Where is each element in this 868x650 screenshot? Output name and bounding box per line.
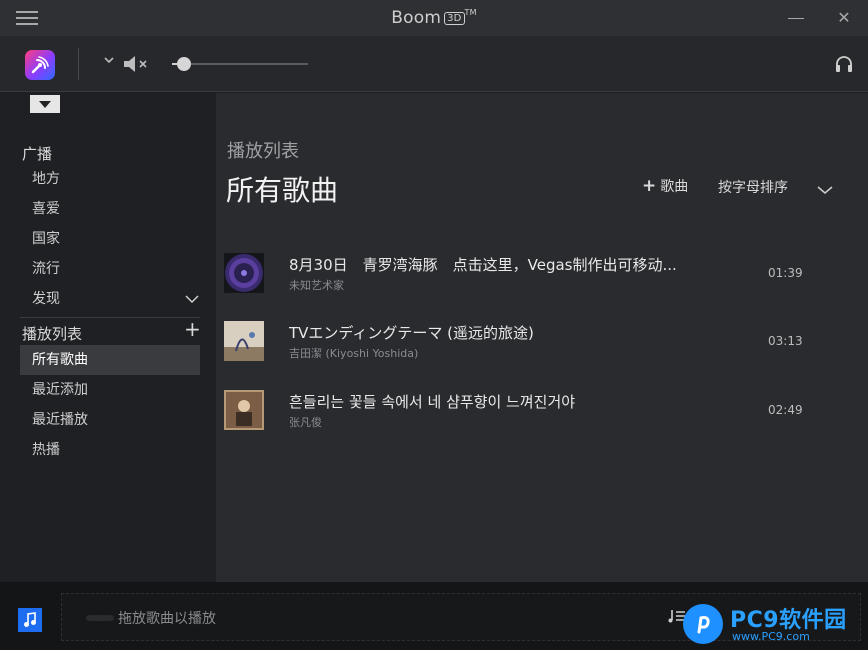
song-title: TVエンディングテーマ (遥远的旅途) [289, 324, 534, 342]
trademark: TM [464, 8, 477, 17]
volume-slider-knob[interactable] [176, 57, 191, 71]
song-row[interactable]: TVエンディングテーマ (遥远的旅途) 吉田潔 (Kiyoshi Yoshida… [224, 321, 824, 373]
radio-section-header: 广播 [22, 145, 53, 163]
sidebar: 广播 地方 喜爱 国家 流行 发现 播放列表 + 所有歌曲 最近添加 最近播放 … [0, 93, 216, 582]
app-name: Boom [391, 8, 442, 28]
sidebar-item-hot[interactable]: 热播 [20, 435, 200, 465]
music-note-icon[interactable] [18, 608, 42, 632]
song-artist: 吉田潔 (Kiyoshi Yoshida) [289, 347, 419, 360]
sidebar-divider [20, 317, 200, 318]
output-dropdown-icon[interactable] [103, 54, 115, 69]
collapse-toggle-button[interactable] [30, 95, 60, 113]
song-artist: 未知艺术家 [289, 279, 344, 292]
album-cover [224, 390, 264, 430]
song-row[interactable]: 흔들리는 꽃들 속에서 네 샴푸향이 느껴진거야 张凡俊 02:49 [224, 390, 824, 442]
plus-icon: + [642, 176, 657, 196]
main-panel: 播放列表 所有歌曲 + 歌曲 按字母排序 8月30日 青罗湾海豚 点击这里，Veg… [216, 93, 868, 582]
app-badge: 3D [444, 12, 465, 25]
song-duration: 02:49 [768, 403, 803, 417]
headphones-icon[interactable] [834, 54, 854, 78]
song-row[interactable]: 8月30日 青罗湾海豚 点击这里，Vegas制作出可移动... 未知艺术家 01… [224, 253, 824, 305]
sidebar-item-local[interactable]: 地方 [20, 164, 200, 194]
sidebar-item-discover[interactable]: 发现 [20, 284, 200, 314]
close-icon: ✕ [837, 8, 851, 27]
sidebar-item-popular[interactable]: 流行 [20, 254, 200, 284]
boom-logo-icon[interactable] [25, 50, 55, 80]
page-subtitle: 播放列表 [227, 141, 299, 162]
drop-placeholder [86, 615, 114, 621]
song-title: 흔들리는 꽃들 속에서 네 샴푸향이 느껴진거야 [289, 393, 576, 411]
app-title: Boom 3DTM [0, 8, 868, 28]
sidebar-item-favorites[interactable]: 喜爱 [20, 194, 200, 224]
sidebar-item-all-songs[interactable]: 所有歌曲 [20, 345, 200, 375]
album-cover [224, 321, 264, 361]
song-duration: 03:13 [768, 334, 803, 348]
page-title: 所有歌曲 [226, 174, 339, 207]
close-button[interactable]: ✕ [832, 6, 856, 30]
add-song-button[interactable]: + 歌曲 [642, 176, 688, 196]
volume-slider[interactable] [172, 57, 308, 71]
watermark-url: www.PC9.com [732, 630, 810, 643]
toolbar-divider [78, 48, 79, 80]
song-duration: 01:39 [768, 266, 803, 280]
sidebar-item-country[interactable]: 国家 [20, 224, 200, 254]
playlist-section-header: 播放列表 [22, 325, 83, 343]
satellite-icon [31, 56, 49, 74]
toolbar [0, 36, 868, 92]
watermark-logo-icon [683, 604, 723, 644]
add-song-label: 歌曲 [660, 179, 689, 195]
title-bar: Boom 3DTM ✕ [0, 0, 868, 36]
add-playlist-button[interactable]: + [184, 319, 201, 339]
album-cover [224, 253, 264, 293]
drop-hint-text: 拖放歌曲以播放 [118, 611, 216, 627]
sidebar-item-recently-played[interactable]: 最近播放 [20, 405, 200, 435]
song-title: 8月30日 青罗湾海豚 点击这里，Vegas制作出可移动... [289, 256, 677, 274]
minimize-button[interactable] [784, 6, 808, 30]
discover-expand-chevron-icon[interactable] [185, 289, 199, 308]
watermark: PC9软件园 www.PC9.com [680, 602, 868, 650]
sort-dropdown[interactable]: 按字母排序 [718, 177, 788, 197]
sort-chevron-down-icon[interactable] [817, 180, 833, 199]
sidebar-item-recently-added[interactable]: 最近添加 [20, 375, 200, 405]
song-artist: 张凡俊 [289, 416, 322, 429]
boom-app-window: Boom 3DTM ✕ 广播 地方 喜爱 国家 流行 发现 播放列表 + 所有歌… [0, 0, 868, 650]
mute-icon[interactable] [122, 54, 150, 78]
